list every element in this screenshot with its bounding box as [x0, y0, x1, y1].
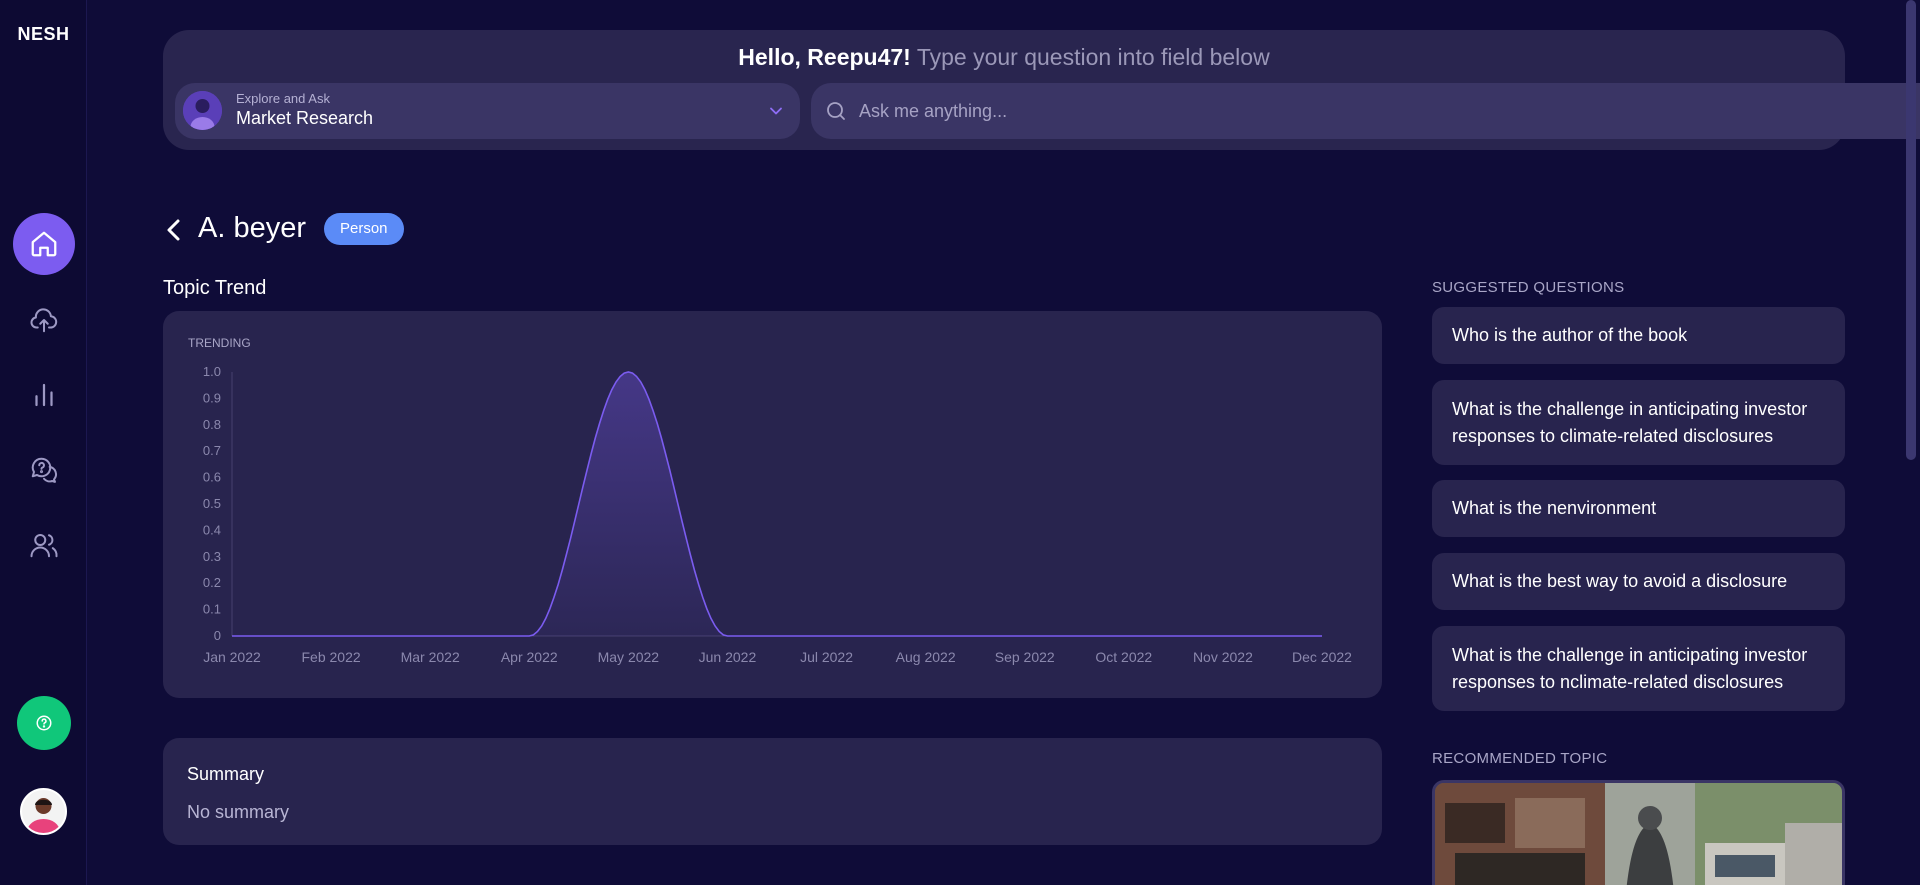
x-tick-label: Oct 2022 — [1095, 649, 1152, 665]
y-tick-label: 0.7 — [203, 443, 221, 458]
assistant-avatar — [183, 91, 222, 130]
y-tick-label: 1.0 — [203, 364, 221, 379]
x-tick-label: Dec 2022 — [1292, 649, 1352, 665]
entity-type-badge: Person — [324, 213, 404, 245]
x-tick-label: Jul 2022 — [800, 649, 853, 665]
recommended-topic-heading: RECOMMENDED TOPIC — [1432, 750, 1608, 767]
help-button[interactable] — [17, 696, 71, 750]
series-area — [232, 372, 1322, 636]
recommended-topic-card[interactable] — [1432, 780, 1845, 885]
y-tick-label: 0.6 — [203, 470, 221, 485]
y-tick-label: 0.4 — [203, 522, 221, 537]
app-root: NESH Hello, Reepu47! Type your question … — [0, 0, 1920, 885]
x-tick-label: Jan 2022 — [203, 649, 261, 665]
app-logo[interactable]: NESH — [0, 24, 87, 45]
greeting-hint: Type your question into field below — [916, 44, 1270, 70]
y-tick-label: 0.1 — [203, 602, 221, 617]
x-tick-label: Sep 2022 — [995, 649, 1055, 665]
suggested-questions-heading: SUGGESTED QUESTIONS — [1432, 279, 1625, 296]
y-tick-label: 0 — [214, 628, 221, 643]
trend-chart-svg: TRENDING 0 0.1 0.2 0.3 0.4 0.5 0.6 0.7 0.8 0.9 1.0 J… — [188, 336, 1352, 665]
selector-caption: Explore and Ask — [236, 91, 330, 106]
y-tick-label: 0.3 — [203, 549, 221, 564]
suggested-question[interactable]: What is the challenge in anticipating in… — [1432, 380, 1845, 465]
greeting-hello: Hello, Reepu47! — [738, 44, 911, 70]
search-icon — [827, 102, 845, 120]
page-scrollbar[interactable] — [1906, 0, 1916, 460]
x-tick-label: Apr 2022 — [501, 649, 558, 665]
recommended-topic-image — [1435, 783, 1842, 885]
selector-value: Market Research — [236, 108, 374, 128]
y-tick-label: 0.2 — [203, 575, 221, 590]
sidebar: NESH — [0, 0, 87, 885]
suggested-question[interactable]: What is the challenge in anticipating in… — [1432, 626, 1845, 711]
chart-title: TRENDING — [188, 336, 251, 350]
y-tick-label: 0.9 — [203, 390, 221, 405]
cloud-upload-icon — [30, 308, 58, 333]
topic-trend-chart: TRENDING 0 0.1 0.2 0.3 0.4 0.5 0.6 0.7 0.8 0.9 1.0 J… — [163, 311, 1382, 698]
search-input[interactable] — [859, 83, 1920, 139]
summary-card: Summary No summary — [163, 738, 1382, 845]
question-circle-icon — [36, 715, 52, 731]
bar-chart-icon — [35, 383, 53, 407]
page-title: A. beyer — [198, 212, 306, 244]
home-icon — [31, 231, 57, 257]
chevron-down-icon[interactable] — [766, 101, 786, 121]
suggested-question[interactable]: What is the nenvironment — [1432, 480, 1845, 537]
assistant-selector[interactable]: Explore and Ask Market Research — [175, 83, 800, 139]
x-tick-label: Mar 2022 — [401, 649, 460, 665]
suggested-question[interactable]: What is the best way to avoid a disclosu… — [1432, 553, 1845, 610]
sidebar-item-analytics[interactable] — [13, 364, 75, 426]
search-box[interactable] — [811, 83, 1920, 139]
users-icon — [30, 534, 58, 558]
back-icon[interactable] — [163, 216, 185, 244]
sidebar-item-home[interactable] — [13, 213, 75, 275]
greeting: Hello, Reepu47! Type your question into … — [163, 44, 1845, 71]
x-tick-label: Feb 2022 — [302, 649, 361, 665]
sidebar-item-questions[interactable] — [13, 439, 75, 501]
series-line — [232, 371, 1322, 637]
summary-text: No summary — [187, 802, 290, 822]
suggested-question[interactable]: Who is the author of the book — [1432, 307, 1845, 364]
x-tick-label: Jun 2022 — [699, 649, 757, 665]
y-tick-label: 0.8 — [203, 417, 221, 432]
question-chat-icon — [31, 457, 57, 483]
sidebar-item-users[interactable] — [13, 514, 75, 576]
summary-title: Summary — [187, 764, 265, 784]
x-tick-label: May 2022 — [598, 649, 660, 665]
x-tick-label: Nov 2022 — [1193, 649, 1253, 665]
x-tick-label: Aug 2022 — [896, 649, 956, 665]
sidebar-item-upload[interactable] — [13, 289, 75, 351]
header-card: Hello, Reepu47! Type your question into … — [163, 30, 1920, 150]
y-tick-label: 0.5 — [203, 496, 221, 511]
topic-trend-heading: Topic Trend — [163, 277, 267, 299]
user-avatar[interactable] — [20, 788, 67, 835]
